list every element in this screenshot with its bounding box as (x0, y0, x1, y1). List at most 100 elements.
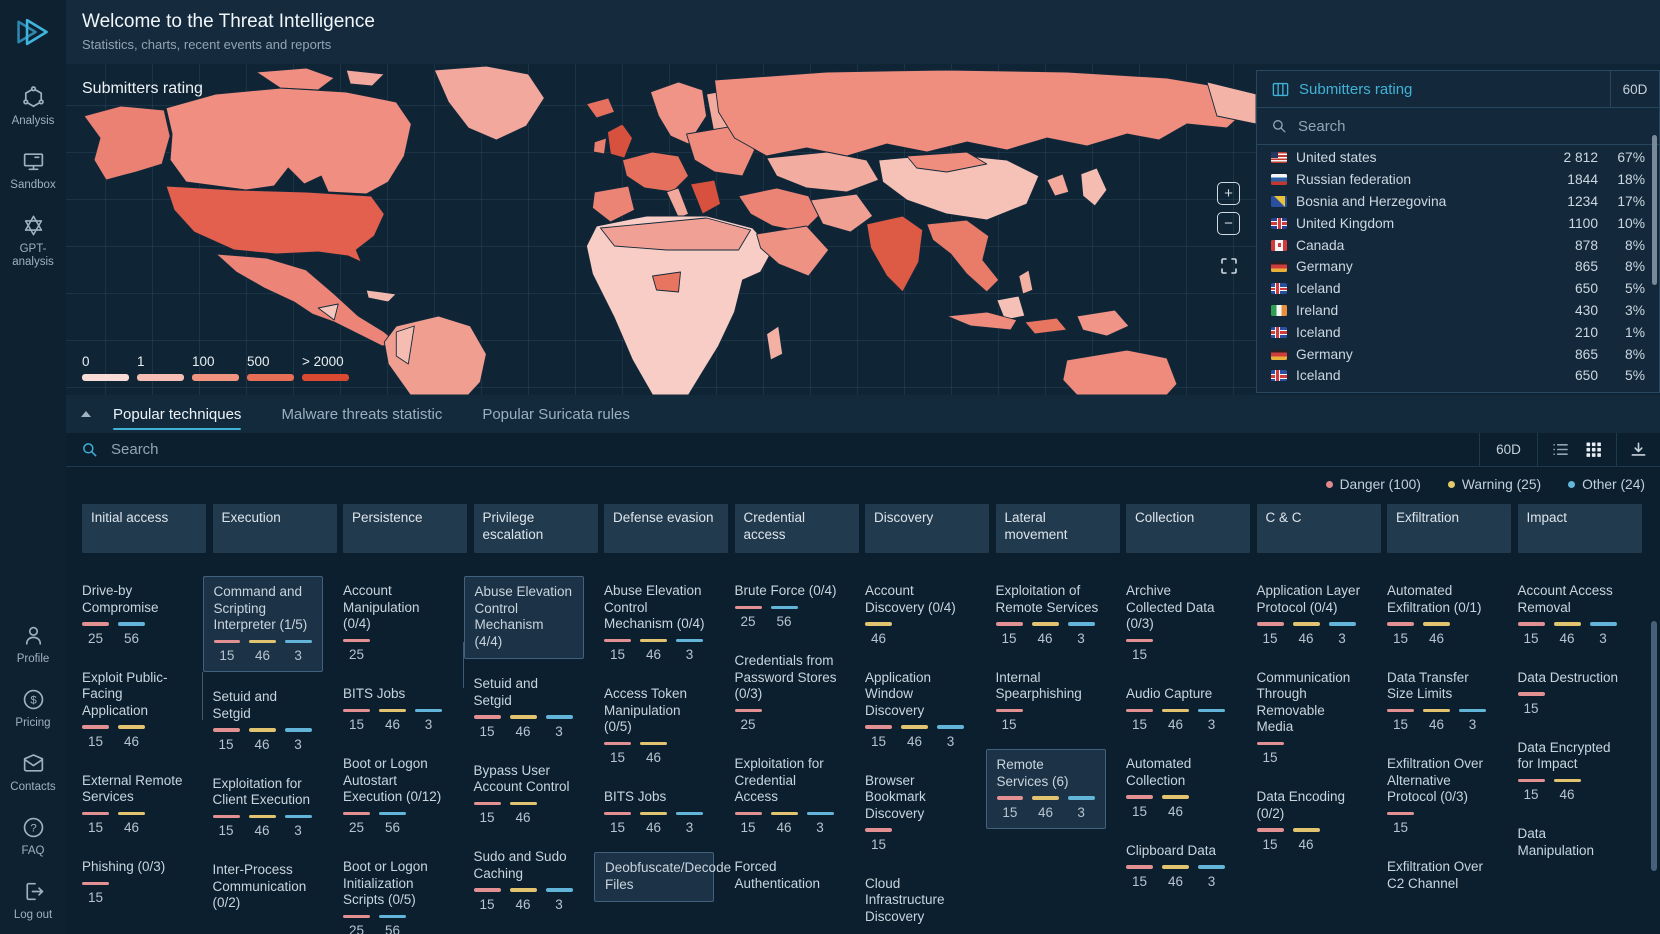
techniques-matrix: Initial access Drive-by Compromise 25 56… (66, 501, 1660, 934)
technique-card[interactable]: Access Token Manipulation (0/5) 15 46 (604, 686, 728, 765)
technique-card[interactable]: Brute Force (0/4) 25 56 (735, 583, 859, 629)
technique-card[interactable]: Cloud Infrastructure Discovery (865, 876, 989, 926)
grid-view-icon[interactable] (1586, 442, 1602, 458)
technique-card[interactable]: Exfiltration Over C2 Channel (1387, 859, 1511, 892)
period-button[interactable]: 60D (1479, 433, 1537, 466)
technique-card[interactable]: Internal Spearphishing 15 (996, 670, 1120, 733)
technique-card[interactable]: Application Window Discovery 15 46 3 (865, 670, 989, 749)
map-zoom-in-button[interactable]: + (1217, 182, 1240, 205)
country-row[interactable]: Iceland 650 5% (1257, 365, 1659, 387)
collapse-caret-icon[interactable] (81, 411, 91, 417)
country-row[interactable]: Germany 865 8% (1257, 343, 1659, 365)
technique-card[interactable]: Sudo and Sudo Caching 15 46 3 (474, 849, 598, 912)
country-value: 210 (1544, 325, 1598, 340)
sidebar-item-pricing[interactable]: $ Pricing (0, 687, 66, 730)
map-zoom-out-button[interactable]: − (1217, 212, 1240, 235)
technique-card[interactable]: BITS Jobs 15 46 3 (343, 686, 467, 732)
map-controls: + − (1217, 182, 1240, 281)
technique-card[interactable]: External Remote Services 15 46 (82, 773, 206, 836)
panel-title[interactable]: Submitters rating (1257, 71, 1610, 107)
technique-card[interactable]: Forced Authentication (735, 859, 859, 892)
warning-bar (640, 742, 667, 746)
sidebar-item-profile[interactable]: Profile (0, 623, 66, 666)
legend-dot-icon (1326, 481, 1333, 488)
country-row[interactable]: Russian federation 1844 18% (1257, 169, 1659, 191)
country-row[interactable]: Iceland 210 1% (1257, 321, 1659, 343)
technique-card[interactable]: Setuid and Setgid 15 46 3 (474, 676, 598, 739)
country-row[interactable]: Bosnia and Herzegovina 1234 17% (1257, 191, 1659, 213)
technique-card[interactable]: Clipboard Data 15 46 3 (1126, 843, 1250, 889)
download-button[interactable] (1616, 433, 1660, 466)
technique-card[interactable]: Exploitation of Remote Services 15 46 3 (996, 583, 1120, 646)
technique-card[interactable]: Command and Scripting Interpreter (1/5) … (203, 576, 323, 672)
technique-card[interactable]: BITS Jobs 15 46 3 (604, 789, 728, 835)
map-fullscreen-button[interactable] (1219, 256, 1239, 281)
technique-card[interactable]: Data Encoding (0/2) 15 46 (1257, 789, 1381, 852)
matrix-column: Impact Account Access Removal 15 46 3 Da… (1518, 504, 1642, 934)
technique-card[interactable]: Deobfuscate/Decode Files (594, 852, 714, 902)
technique-card[interactable]: Archive Collected Data (0/3) 15 (1126, 583, 1250, 662)
technique-card[interactable]: Automated Collection 15 46 (1126, 756, 1250, 819)
technique-card[interactable]: Remote Services (6) 15 46 3 (986, 749, 1106, 829)
legend-dot-icon (1448, 481, 1455, 488)
technique-card[interactable]: Data Destruction 15 (1518, 670, 1642, 716)
technique-card[interactable]: Application Layer Protocol (0/4) 15 46 3 (1257, 583, 1381, 646)
technique-card[interactable]: Exfiltration Over Alternative Protocol (… (1387, 756, 1511, 835)
sidebar-item-gpt-analysis[interactable]: GPT-analysis (0, 213, 66, 269)
technique-card[interactable]: Account Discovery (0/4) 46 (865, 583, 989, 646)
panel-search-input[interactable] (1296, 117, 1645, 136)
technique-stat: 46 (640, 812, 667, 836)
danger-bar (1126, 709, 1153, 713)
sidebar-item-faq[interactable]: ? FAQ (0, 815, 66, 858)
matrix-scrollbar[interactable] (1651, 621, 1657, 871)
technique-card[interactable]: Inter-Process Communication (0/2) (213, 862, 337, 912)
technique-card[interactable]: Credentials from Password Stores (0/3) 2… (735, 653, 859, 732)
technique-stat: 15 (865, 725, 892, 749)
logout-icon (21, 879, 46, 904)
tab-popular-techniques[interactable]: Popular techniques (113, 395, 241, 433)
technique-card[interactable]: Data Transfer Size Limits 15 46 3 (1387, 670, 1511, 733)
country-row[interactable]: United Kingdom 1100 10% (1257, 212, 1659, 234)
country-name: Canada (1296, 238, 1535, 253)
sidebar-item-analysis[interactable]: Analysis (0, 85, 66, 128)
de-flag-icon (1271, 349, 1287, 360)
technique-card[interactable]: Exploitation for Credential Access 15 46… (735, 756, 859, 835)
app-logo[interactable] (0, 0, 66, 64)
tab-popular-suricata-rules[interactable]: Popular Suricata rules (482, 395, 630, 433)
technique-card[interactable]: Abuse Elevation Control Mechanism (4/4) (464, 576, 584, 659)
technique-card[interactable]: Account Manipulation (0/4) 25 (343, 583, 467, 662)
technique-card[interactable]: Communication Through Removable Media 15 (1257, 670, 1381, 766)
technique-card[interactable]: Data Encrypted for Impact 15 46 (1518, 740, 1642, 803)
country-list-scrollbar[interactable] (1652, 135, 1657, 285)
technique-card[interactable]: Setuid and Setgid 15 46 3 (213, 689, 337, 752)
tab-malware-threats-statistic[interactable]: Malware threats statistic (281, 395, 442, 433)
sidebar-item-logout[interactable]: Log out (0, 879, 66, 922)
technique-card[interactable]: Browser Bookmark Discovery 15 (865, 773, 989, 852)
sidebar-item-sandbox[interactable]: Sandbox (0, 149, 66, 192)
technique-card[interactable]: Audio Capture 15 46 3 (1126, 686, 1250, 732)
technique-card[interactable]: Boot or Logon Initialization Scripts (0/… (343, 859, 467, 934)
technique-card[interactable]: Boot or Logon Autostart Execution (0/12)… (343, 756, 467, 835)
country-row[interactable]: Canada 878 8% (1257, 234, 1659, 256)
technique-card[interactable]: Automated Exfiltration (0/1) 15 46 (1387, 583, 1511, 646)
techniques-search-input[interactable] (109, 440, 1464, 459)
danger-bar (213, 815, 240, 819)
technique-card[interactable]: Drive-by Compromise 25 56 (82, 583, 206, 646)
panel-period-button[interactable]: 60D (1610, 71, 1659, 107)
country-row[interactable]: Ireland 430 3% (1257, 300, 1659, 322)
page-header: Welcome to the Threat Intelligence Stati… (66, 0, 1660, 64)
country-row[interactable]: United states 2 812 67% (1257, 147, 1659, 169)
technique-card[interactable]: Data Manipulation (1518, 826, 1642, 859)
technique-card[interactable]: Account Access Removal 15 46 3 (1518, 583, 1642, 646)
technique-card[interactable]: Exploitation for Client Execution 15 46 … (213, 776, 337, 839)
sidebar-item-contacts[interactable]: Contacts (0, 751, 66, 794)
country-row[interactable]: Iceland 650 5% (1257, 278, 1659, 300)
technique-card[interactable]: Exploit Public-Facing Application 15 46 (82, 670, 206, 749)
technique-card[interactable]: Abuse Elevation Control Mechanism (0/4) … (604, 583, 728, 662)
technique-card[interactable]: Bypass User Account Control 15 46 (474, 763, 598, 826)
list-view-icon[interactable] (1552, 442, 1569, 457)
technique-card[interactable]: Phishing (0/3) 15 (82, 859, 206, 905)
country-row[interactable]: Germany 865 8% (1257, 256, 1659, 278)
warning-bar (510, 715, 537, 719)
submitters-map[interactable]: Submitters rating 0 1 100 500 > 2000 + − (66, 64, 1256, 395)
